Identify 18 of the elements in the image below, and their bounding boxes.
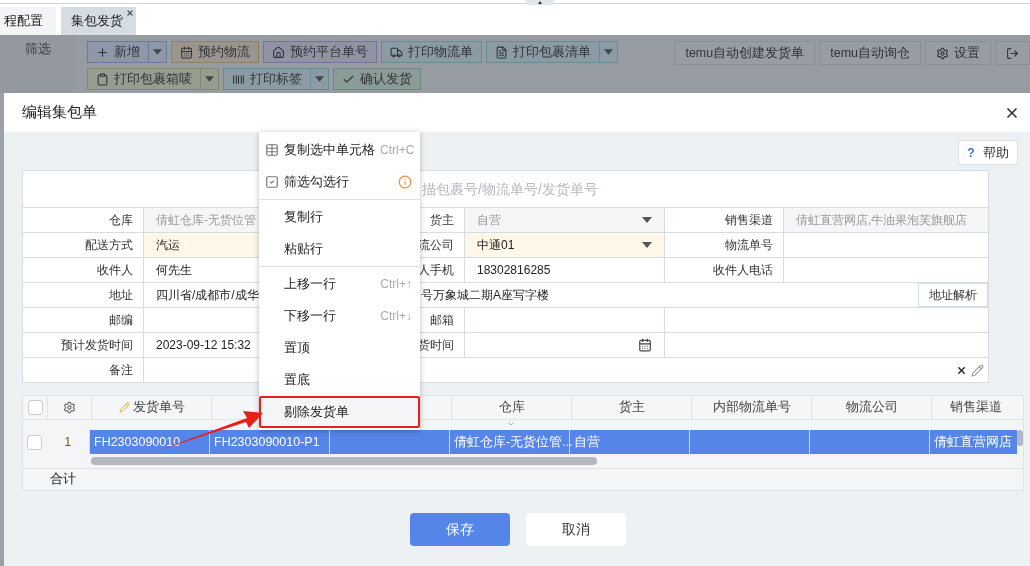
field-label: 销售渠道 (665, 208, 784, 233)
field-label: 备注 (23, 358, 144, 383)
field-label: 收件人 (23, 258, 144, 283)
field-label: 配送方式 (23, 233, 144, 258)
help-label: 帮助 (982, 143, 1009, 162)
field-label: 邮编 (23, 308, 144, 333)
field-label: 收件人电话 (665, 258, 784, 283)
field-label: 地址 (23, 283, 144, 308)
sidebar-title: 筛选 (25, 41, 51, 58)
shortcut-label: Ctrl+↓ (380, 308, 412, 325)
help-icon: ? (967, 143, 975, 162)
shortcut-label: Ctrl+C (380, 142, 415, 159)
field-label: 物流单号 (665, 233, 784, 258)
field-label: 预计发货时间 (23, 333, 144, 358)
row-number: 1 (64, 433, 72, 451)
total-label: 合计 (50, 471, 76, 489)
dialog-title: 编辑集包单 (22, 102, 97, 123)
field-label: 仓库 (23, 208, 144, 233)
